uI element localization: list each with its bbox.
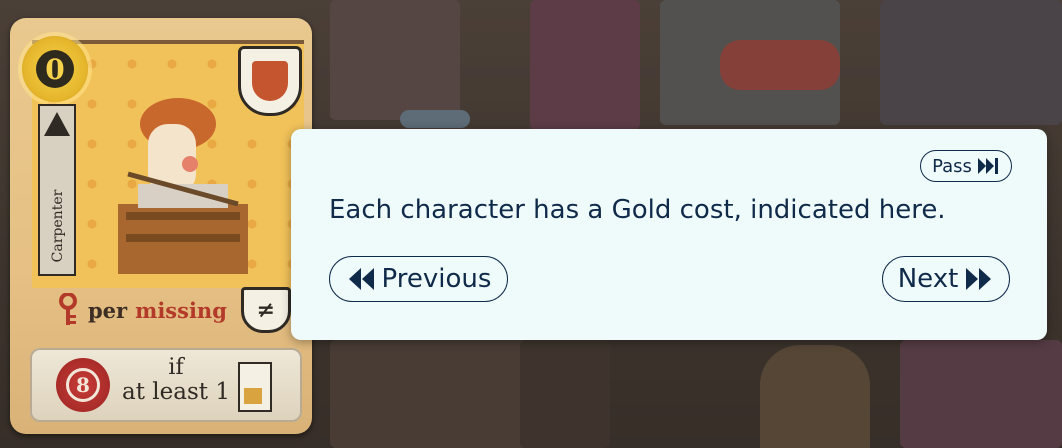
previous-label: Previous (381, 264, 492, 294)
not-equal-shield-icon: ≠ (240, 287, 291, 333)
district-icon (44, 112, 70, 136)
next-button[interactable]: Next (882, 256, 1010, 302)
condition-line-2: at least 1 (122, 379, 230, 405)
key-icon (59, 293, 77, 325)
mini-card-icon (238, 362, 272, 412)
condition-line-1: if (168, 355, 184, 380)
next-label: Next (897, 264, 959, 294)
carpenter-illustration (118, 98, 248, 274)
red-seal-icon: 8 (56, 358, 110, 412)
ability-missing-text: missing (135, 297, 227, 323)
previous-button[interactable]: Previous (329, 256, 508, 302)
pass-label: Pass (932, 155, 972, 177)
ability-per-text: per (88, 297, 128, 323)
condition-value: 8 (66, 368, 100, 402)
pass-button[interactable]: Pass (920, 150, 1012, 182)
condition-scroll: 8 if at least 1 (30, 348, 302, 422)
gold-cost-value: 0 (36, 50, 74, 88)
gold-cost-coin: 0 (22, 36, 88, 102)
rewind-icon (348, 268, 374, 290)
character-name-ribbon: Carpenter (38, 104, 76, 276)
tutorial-dialog: Pass Each character has a Gold cost, ind… (291, 129, 1047, 340)
skip-forward-icon (977, 158, 998, 174)
fast-forward-icon (966, 268, 992, 290)
tutorial-message: Each character has a Gold cost, indicate… (329, 195, 946, 225)
character-name: Carpenter (50, 189, 66, 263)
character-card[interactable]: 0 Carpenter per missing ≠ 8 if at least … (10, 18, 312, 434)
condition-text: if at least 1 (116, 355, 236, 405)
hammer-shield-icon (238, 46, 302, 116)
ability-row: per missing ≠ (56, 287, 296, 333)
